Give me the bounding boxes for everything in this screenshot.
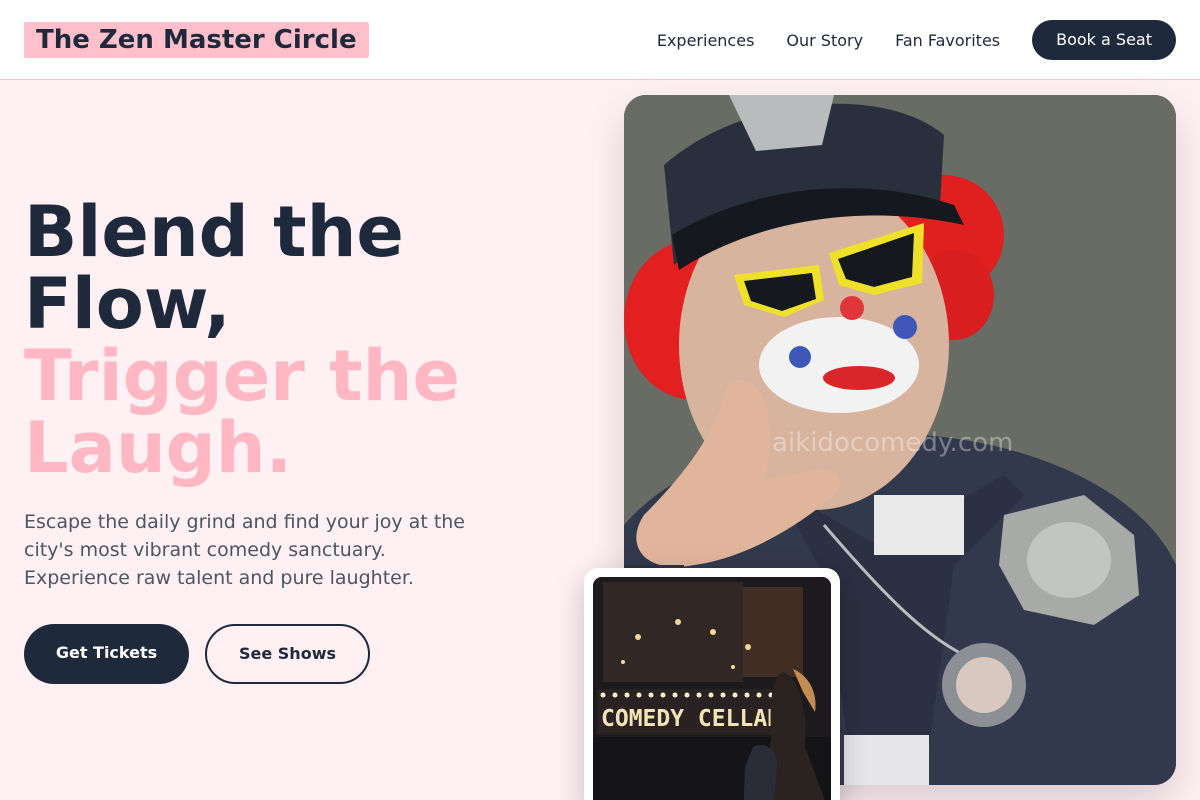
nav-link-our-story[interactable]: Our Story bbox=[786, 31, 863, 50]
hero-title-accent-line: Laugh. bbox=[24, 407, 293, 489]
main-nav: Experiences Our Story Fan Favorites Book… bbox=[657, 20, 1176, 60]
get-tickets-button[interactable]: Get Tickets bbox=[24, 624, 189, 684]
hero-subtitle: Escape the daily grind and find your joy… bbox=[24, 511, 465, 589]
see-shows-button[interactable]: See Shows bbox=[205, 624, 370, 684]
comedy-cellar-photo: COMEDY CELLAR bbox=[593, 577, 831, 800]
hero-title-line: Blend the bbox=[24, 191, 404, 273]
nav-link-experiences[interactable]: Experiences bbox=[657, 31, 755, 50]
hero-title: Blend the Flow, Trigger the Laugh. bbox=[24, 196, 584, 484]
photo-watermark: aikidocomedy.com bbox=[772, 428, 1014, 458]
comedy-cellar-card: COMEDY CELLAR bbox=[584, 568, 840, 800]
book-a-seat-button[interactable]: Book a Seat bbox=[1032, 20, 1176, 60]
hero-title-line: Flow, bbox=[24, 263, 231, 345]
comedy-cellar-sign: COMEDY CELLAR bbox=[601, 706, 781, 732]
nav-link-fan-favorites[interactable]: Fan Favorites bbox=[895, 31, 1000, 50]
hero-title-accent-line: Trigger the bbox=[24, 335, 460, 417]
site-header: The Zen Master Circle Experiences Our St… bbox=[0, 0, 1200, 80]
brand-logo[interactable]: The Zen Master Circle bbox=[24, 22, 369, 58]
